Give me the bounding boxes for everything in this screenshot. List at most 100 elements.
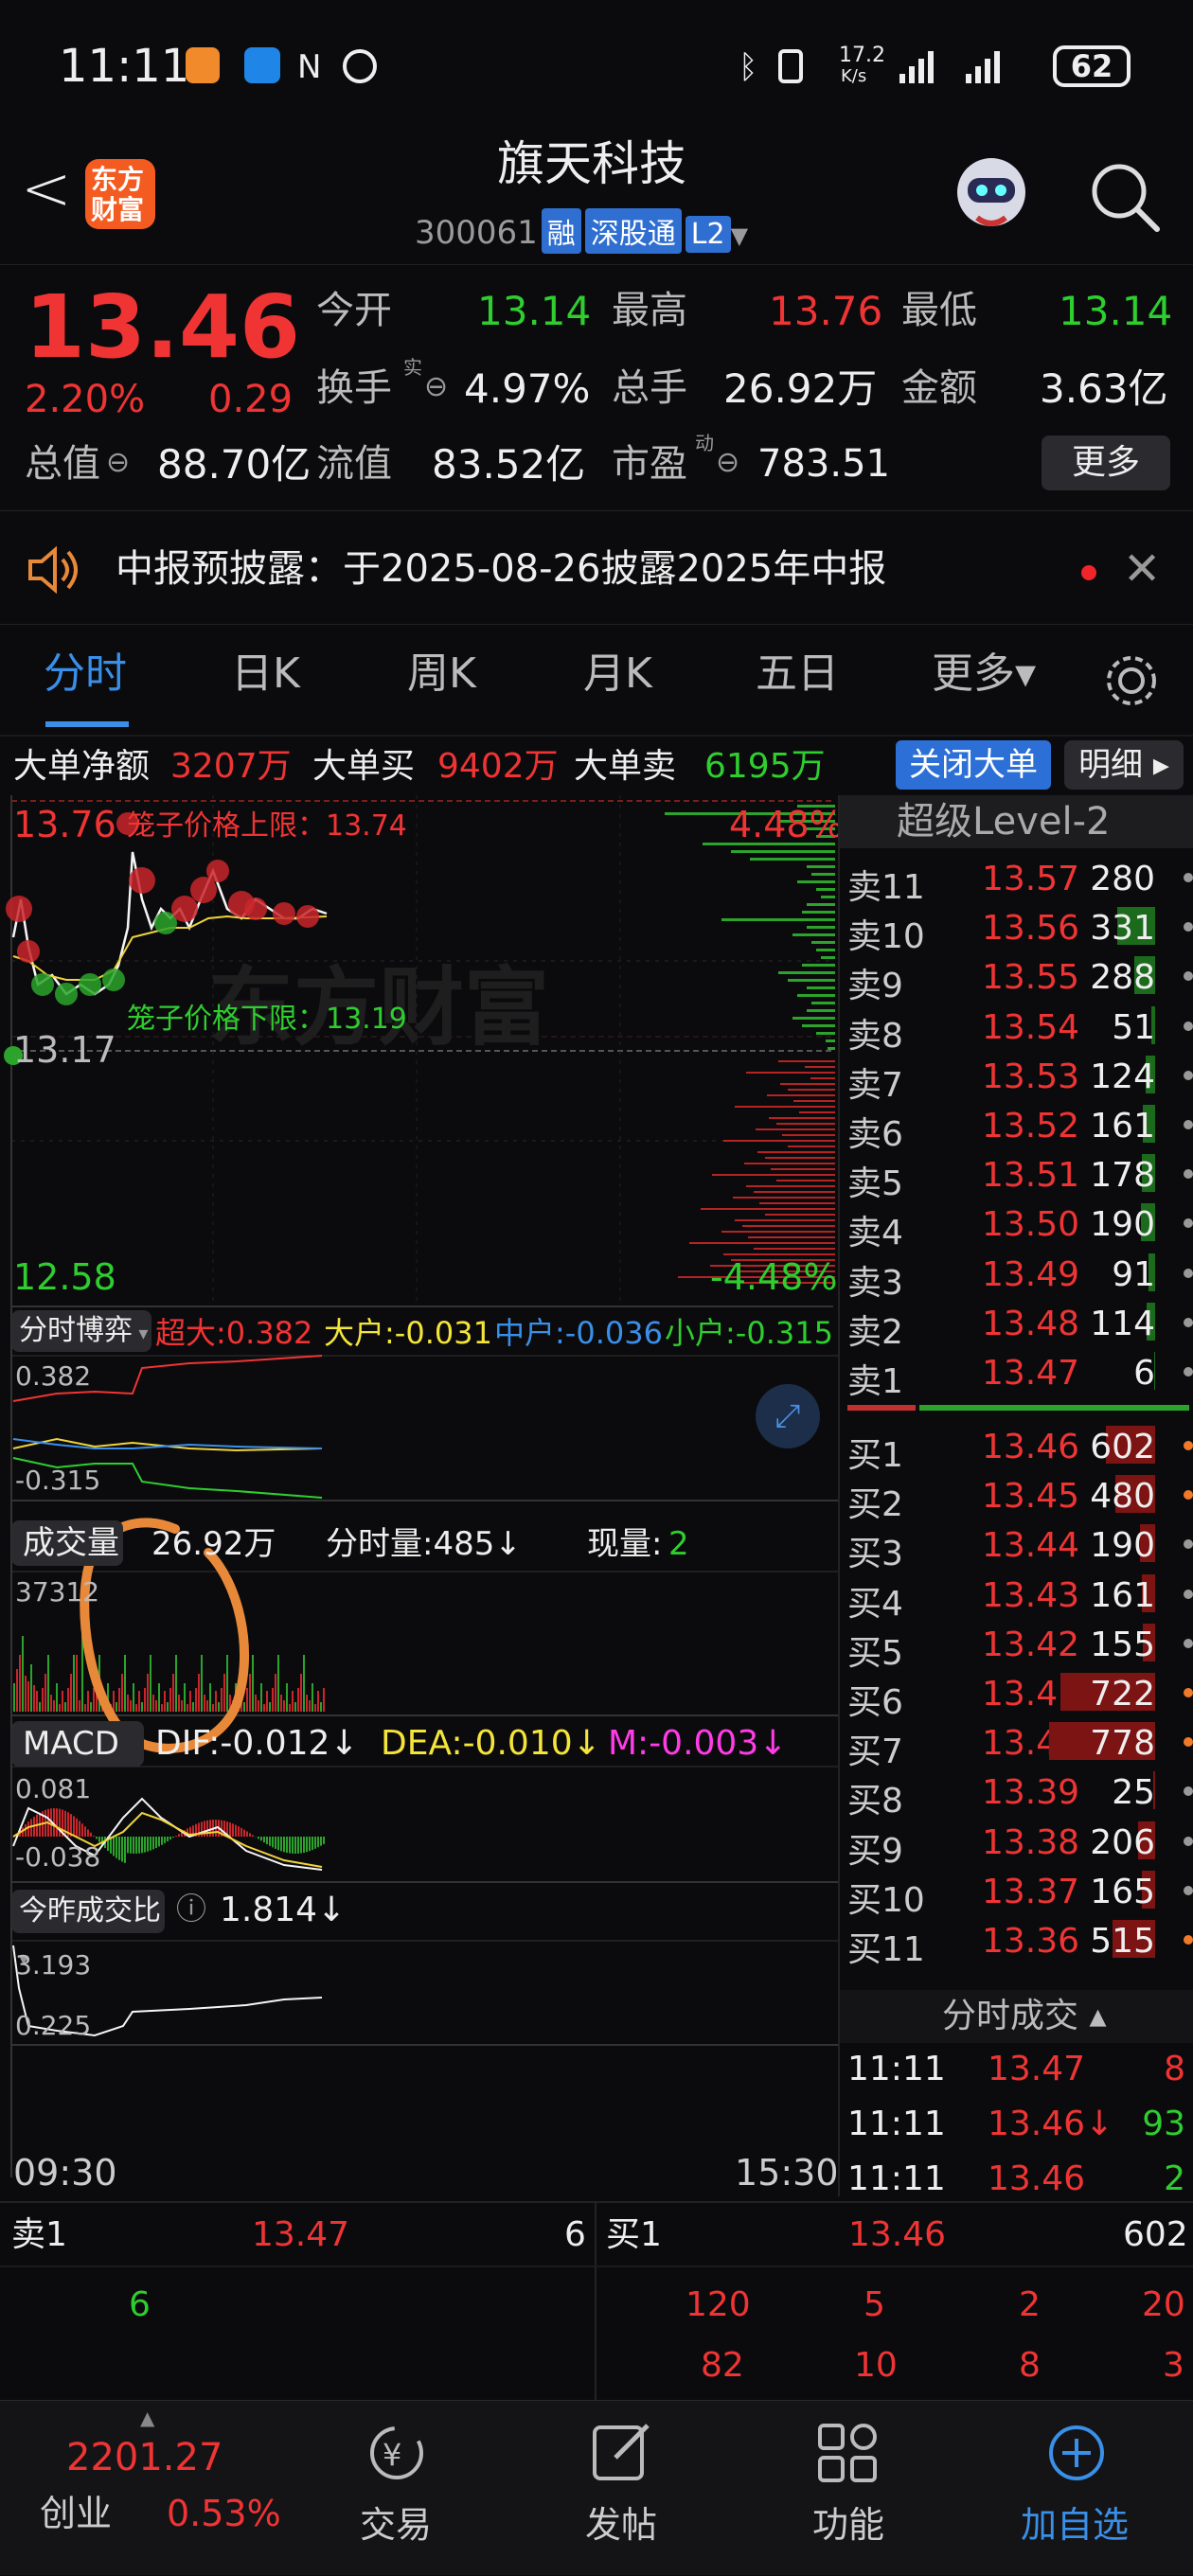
ask-row[interactable]: 卖213.48114 (840, 1297, 1193, 1346)
bid-row[interactable]: 买213.45480 (840, 1469, 1193, 1519)
bid-row[interactable]: 买913.38206 (840, 1816, 1193, 1865)
price-high-label: 13.76 (13, 807, 116, 843)
profile-bar (816, 888, 835, 891)
volume-bar (73, 1655, 75, 1712)
profile-bar (811, 941, 835, 944)
gear-icon[interactable] (1102, 651, 1161, 710)
ask-row[interactable]: 卖113.476 (840, 1346, 1193, 1395)
macd-bar (79, 1821, 80, 1837)
volume-bar (90, 1702, 92, 1712)
volume-bar (64, 1702, 66, 1712)
level-dot (1184, 1218, 1193, 1228)
tab-five-day[interactable]: 五日 (756, 653, 839, 695)
level-volume: 280 (1090, 860, 1155, 898)
info-icon[interactable]: ⊖ (716, 449, 739, 477)
trade-title-bar[interactable]: 分时成交 ▴ (840, 1990, 1193, 2043)
intraday-chart[interactable]: 东方财富 13.76 笼子价格上限：13.74 4.48% 笼子价格下限：13.… (0, 795, 838, 2196)
game-dropdown[interactable]: 分时博弈 ▾ (11, 1310, 151, 1352)
macd-bar (73, 1816, 75, 1837)
macd-bar (204, 1821, 205, 1837)
ratio-dropdown[interactable]: 今昨成交比 ▾ (11, 1890, 165, 1933)
bid-row[interactable]: 买713.40778 (840, 1716, 1193, 1766)
macd-bar (59, 1809, 61, 1837)
volume-bar (226, 1655, 228, 1712)
macd-bar (144, 1837, 146, 1853)
trade-volume: 93 (1142, 2107, 1185, 2141)
level-volume: 6 (1133, 1354, 1155, 1393)
volume-bar (317, 1691, 319, 1712)
bid-row[interactable]: 买1013.37165 (840, 1865, 1193, 1914)
nav-add-watchlist[interactable]: 加自选 (981, 2401, 1170, 2576)
ask-row[interactable]: 卖413.50190 (840, 1198, 1193, 1247)
tab-weekly-k[interactable]: 周K (407, 653, 476, 695)
volume-label: 总手 (612, 369, 687, 407)
volume-bar (212, 1704, 214, 1712)
ask-row[interactable]: 卖613.52161 (840, 1099, 1193, 1148)
ask-row[interactable]: 卖813.5451 (840, 1001, 1193, 1050)
tab-fenshi[interactable]: 分时 (44, 653, 127, 695)
bid-row[interactable]: 买313.44190 (840, 1519, 1193, 1568)
macd-dropdown[interactable]: MACD (11, 1721, 144, 1767)
profile-bar (792, 933, 835, 936)
level-dot (1184, 1441, 1193, 1450)
macd-bar (118, 1837, 120, 1860)
status-bar: 11:11 N ᛒ 17.2 K/s 62 (0, 0, 1193, 133)
ask-row[interactable]: 卖513.51178 (840, 1148, 1193, 1198)
tab-label: 月K (583, 649, 652, 698)
volume-dropdown[interactable]: 成交量 (11, 1520, 123, 1566)
ask-row[interactable]: 卖313.4991 (840, 1248, 1193, 1297)
tab-monthly-k[interactable]: 月K (583, 653, 652, 695)
bottom-bid-vol: 602 (1123, 2218, 1188, 2252)
profile-bar (689, 1242, 835, 1244)
quote-panel: 13.46 2.20% 0.29 今开 13.14 最高 13.76 最低 13… (0, 265, 1193, 511)
float-label: 流值 (316, 445, 392, 483)
macd-bar (161, 1837, 163, 1845)
level-dot (1184, 1318, 1193, 1327)
info-icon[interactable]: ⊖ (106, 449, 130, 477)
bid-row[interactable]: 买513.42155 (840, 1618, 1193, 1667)
index-ticker[interactable]: ▲ 2201.27 创业 0.53% (0, 2401, 303, 2576)
back-button[interactable]: < (21, 159, 72, 220)
trade-icon: ¥ (364, 2422, 430, 2484)
profile-bar (765, 1214, 835, 1216)
volume-bar (289, 1704, 291, 1712)
more-button[interactable]: 更多 (1042, 435, 1170, 490)
notice-bar[interactable]: 中报预披露：于2025-08-26披露2025年中报 ✕ (0, 516, 1193, 625)
bid-row[interactable]: 买613.41722 (840, 1667, 1193, 1716)
search-icon[interactable] (1087, 159, 1163, 235)
nav-trade[interactable]: ¥ 交易 (301, 2401, 490, 2576)
volume-bar (155, 1700, 157, 1712)
profile-bar (811, 873, 835, 876)
bid-row[interactable]: 买413.43161 (840, 1569, 1193, 1618)
level-dot (1184, 873, 1193, 882)
logo-line1: 东方 (91, 167, 144, 193)
close-icon[interactable]: ✕ (1123, 546, 1161, 592)
level-dot (1184, 922, 1193, 932)
help-icon[interactable]: ⓘ (176, 1893, 206, 1924)
ask-row[interactable]: 卖913.55288 (840, 950, 1193, 1000)
nav-post[interactable]: 发帖 (526, 2401, 716, 2576)
level-price: 13.49 (982, 1255, 1079, 1294)
trade-price: 13.46↓ (988, 2107, 1113, 2141)
tab-more[interactable]: 更多▾ (932, 653, 1036, 695)
nav-function[interactable]: 功能 (754, 2401, 943, 2576)
level-price: 13.39 (982, 1773, 1079, 1812)
profile-bar (821, 956, 835, 959)
bid-row[interactable]: 买813.3925 (840, 1766, 1193, 1815)
tab-daily-k[interactable]: 日K (231, 653, 300, 695)
stock-code-row[interactable]: 300061融深股通L2▼ (415, 208, 748, 250)
bid-row[interactable]: 买1113.36515 (840, 1914, 1193, 1963)
ask-row[interactable]: 卖713.53124 (840, 1050, 1193, 1099)
detail-button[interactable]: 明细 ▸ (1064, 740, 1184, 790)
ask-row[interactable]: 卖1113.57280 (840, 852, 1193, 901)
expand-icon[interactable]: ⤢ (756, 1384, 820, 1448)
index-pct: 0.53% (167, 2496, 281, 2532)
robot-assistant-icon[interactable] (949, 150, 1034, 235)
close-bigorder-button[interactable]: 关闭大单 (896, 740, 1051, 790)
notification-icons: N (186, 45, 432, 87)
ask-row[interactable]: 卖1013.56331 (840, 901, 1193, 950)
bid-row[interactable]: 买113.46602 (840, 1420, 1193, 1469)
volume-bar (56, 1683, 58, 1712)
info-icon[interactable]: ⊖ (424, 373, 448, 401)
ratio-top-val: 3.193 (15, 1952, 91, 1979)
